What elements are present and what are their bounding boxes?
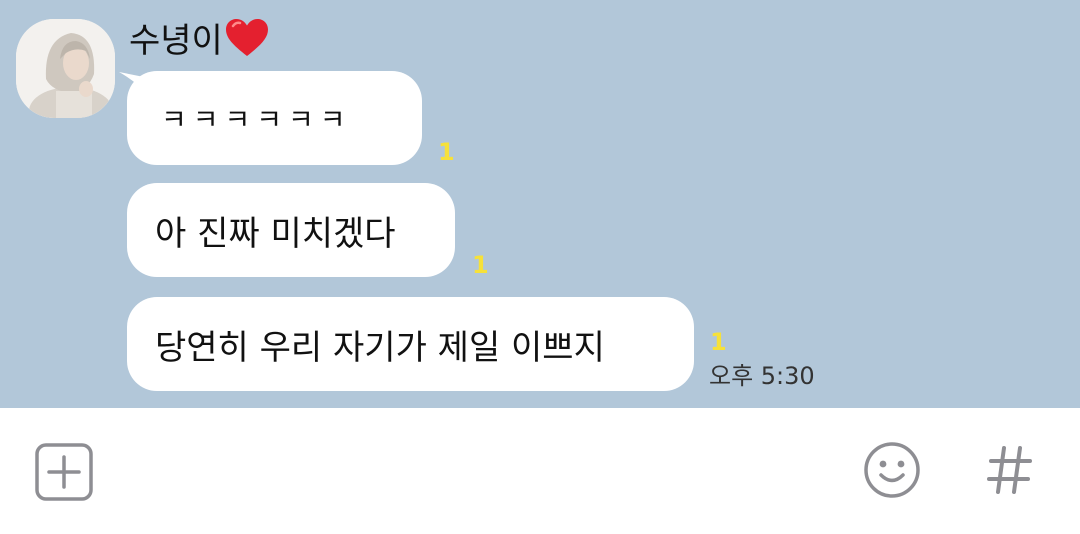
- avatar[interactable]: [16, 19, 115, 118]
- hashtag-button[interactable]: [982, 442, 1038, 498]
- message-text: ㅋㅋㅋㅋㅋㅋ: [161, 103, 352, 136]
- message-bubble[interactable]: 당연히 우리 자기가 제일 이쁘지: [127, 297, 694, 391]
- sender-name-text: 수녕이: [129, 21, 223, 61]
- message-bubble[interactable]: ㅋㅋㅋㅋㅋㅋ: [127, 71, 422, 165]
- message-text: 아 진짜 미치겠다: [155, 213, 396, 254]
- message-input-bar[interactable]: [0, 408, 1080, 534]
- message-bubble[interactable]: 아 진짜 미치겠다: [127, 183, 455, 277]
- profile-photo: [16, 19, 115, 118]
- emoji-button[interactable]: [862, 440, 922, 500]
- sender-name: 수녕이: [129, 18, 269, 63]
- plus-square-icon: [35, 443, 93, 501]
- hash-icon: [987, 446, 1032, 494]
- heart-icon: [225, 19, 268, 56]
- unread-count: 1: [472, 251, 489, 279]
- add-button[interactable]: [34, 442, 94, 502]
- smiley-icon: [864, 442, 920, 498]
- chat-screen: 수녕이 ㅋㅋㅋㅋㅋㅋ 1 아 진짜 미치겠다 1 당연히 우리 자기가 제일 이…: [0, 0, 1080, 534]
- unread-count: 1: [710, 328, 727, 356]
- unread-count: 1: [438, 138, 455, 166]
- message-timestamp: 오후 5:30: [709, 362, 815, 390]
- chat-message-area[interactable]: 수녕이 ㅋㅋㅋㅋㅋㅋ 1 아 진짜 미치겠다 1 당연히 우리 자기가 제일 이…: [0, 0, 1080, 408]
- message-text: 당연히 우리 자기가 제일 이쁘지: [155, 327, 605, 368]
